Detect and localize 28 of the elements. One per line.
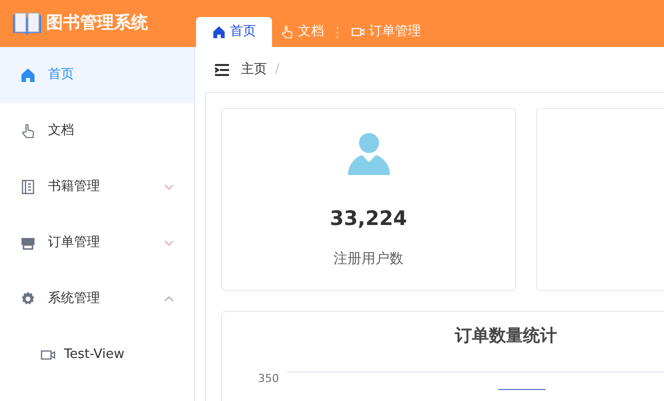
home-icon bbox=[212, 25, 226, 39]
shop-icon bbox=[20, 235, 36, 251]
chevron-icon bbox=[164, 240, 174, 246]
sidebar-item[interactable]: 书籍管理 bbox=[0, 159, 194, 215]
home-icon bbox=[20, 67, 36, 83]
y-axis-label: 350 bbox=[258, 371, 279, 388]
tab-separator-icon bbox=[336, 26, 339, 38]
tab[interactable]: 首页 bbox=[196, 17, 272, 47]
sidebar-item[interactable]: 文档 bbox=[0, 103, 194, 159]
chart-title: 订单数量统计 bbox=[455, 325, 557, 348]
notebook-icon bbox=[20, 179, 36, 195]
chevron-icon bbox=[164, 184, 174, 190]
pointing-hand-icon bbox=[20, 123, 36, 139]
breadcrumb-link[interactable]: 主页 bbox=[241, 60, 267, 80]
pointing-hand-icon bbox=[280, 25, 294, 39]
settings-icon bbox=[20, 291, 36, 307]
menu-icon[interactable] bbox=[215, 64, 229, 76]
stat-label: 注册用户数 bbox=[334, 250, 404, 269]
app-title: 图书管理系统 bbox=[46, 12, 148, 35]
breadcrumb-separator: / bbox=[275, 60, 280, 79]
sidebar-subitem[interactable]: Test-View bbox=[0, 327, 194, 383]
stat-value: 33,224 bbox=[330, 205, 408, 232]
chevron-icon bbox=[164, 296, 174, 302]
sidebar-item[interactable]: 系统管理 bbox=[0, 271, 194, 327]
open-book-icon bbox=[12, 12, 42, 36]
video-camera-icon bbox=[351, 25, 365, 39]
user-icon bbox=[348, 133, 390, 175]
sidebar-item[interactable]: 订单管理 bbox=[0, 215, 194, 271]
